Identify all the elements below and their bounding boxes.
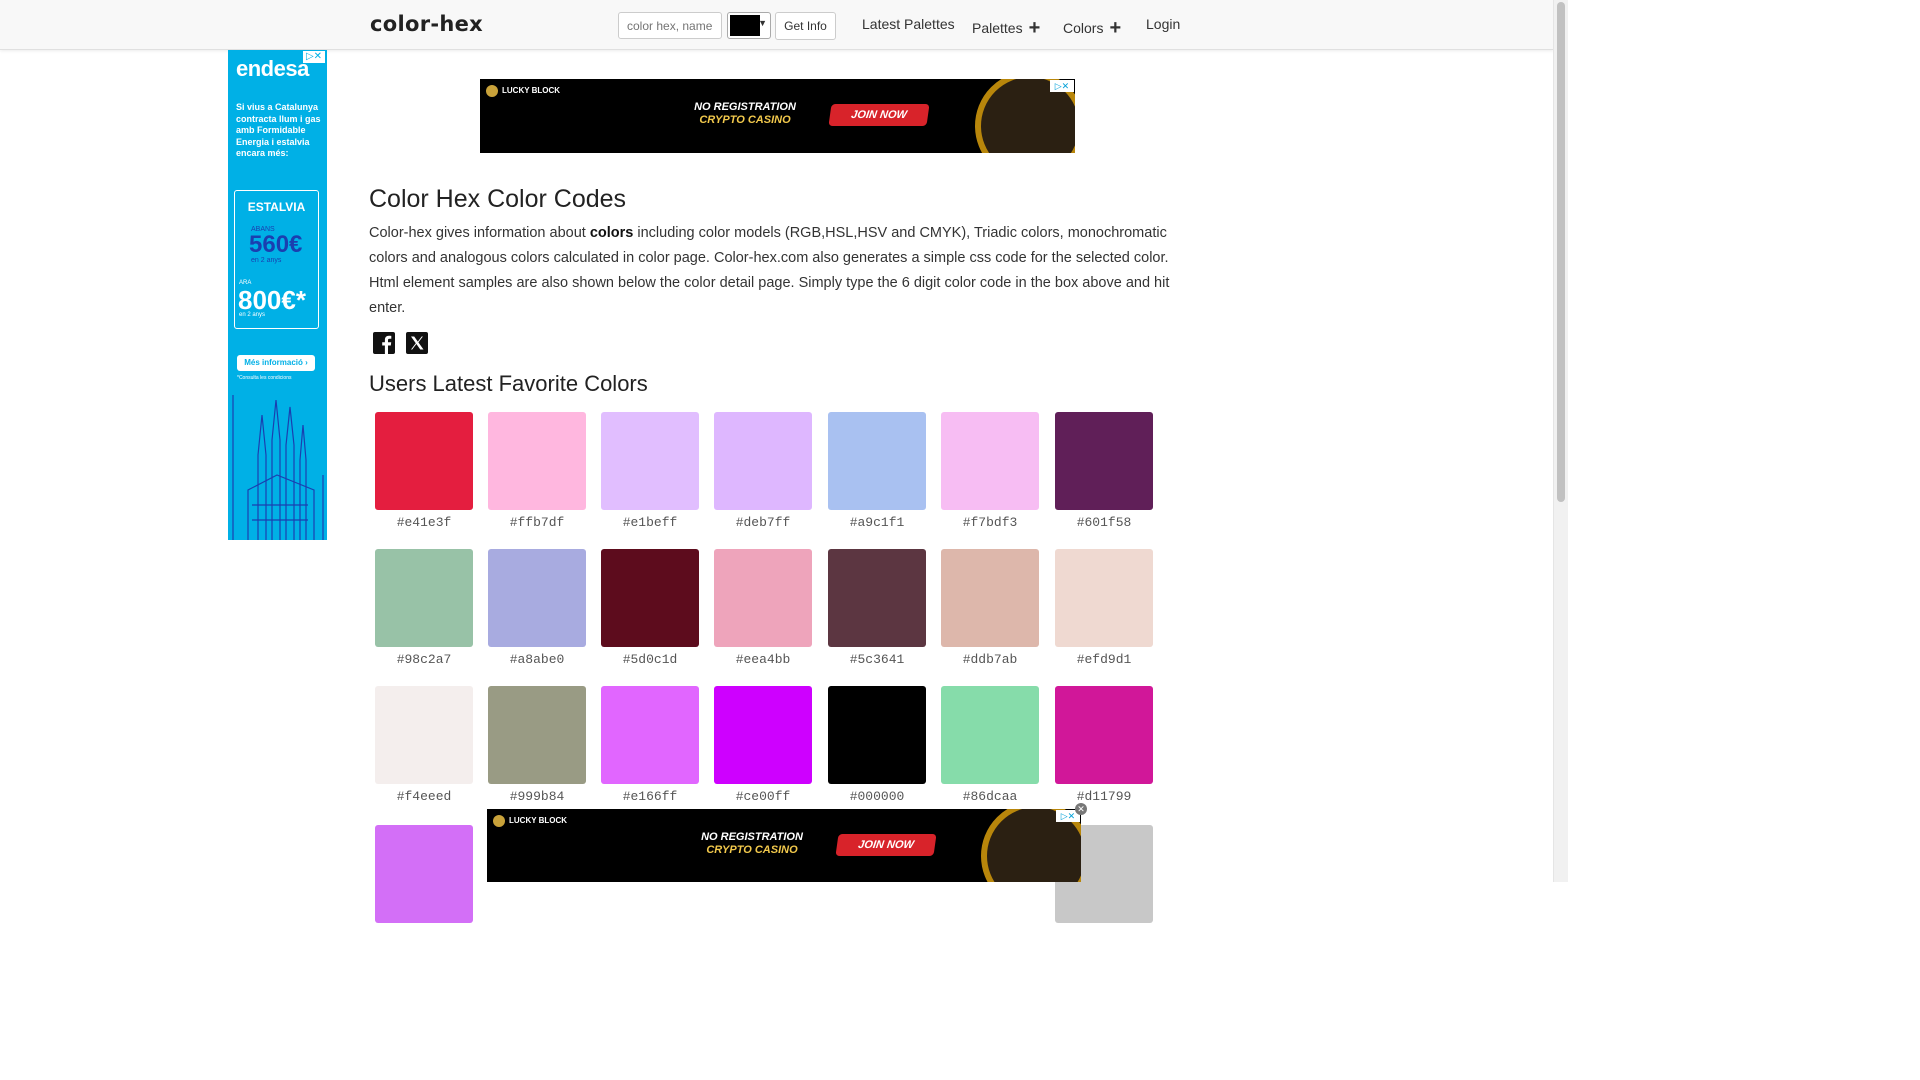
plus-icon: + [1028,17,1041,39]
ad-brand: LUCKY BLOCK [493,815,567,827]
color-tile[interactable] [714,686,812,784]
color-hex-label[interactable]: #601f58 [1055,515,1153,530]
colors-link: colors [589,225,634,241]
intro-paragraph: Color-hex gives information about colors… [369,225,1170,316]
chevron-down-icon: ▼ [758,18,767,28]
color-tile[interactable] [828,686,926,784]
color-tile[interactable] [488,686,586,784]
color-hex-label[interactable]: #999b84 [488,789,586,804]
nav-palettes[interactable]: Palettes + [972,16,1040,39]
ad-price-box: ESTALVIA ABANS 560€ en 2 anys ARA 800€* … [234,190,319,329]
color-hex-label[interactable]: #e41e3f [375,515,473,530]
color-hex-label[interactable]: #000000 [828,789,926,804]
color-hex-label[interactable]: #ddb7ab [941,652,1039,667]
scrollbar-thumb[interactable] [1557,2,1565,502]
color-picker-dropdown[interactable]: ▼ [727,12,771,39]
plus-icon: + [1109,17,1122,39]
side-advertisement[interactable]: endesa ▷✕ Si vius a Catalunya contracta … [228,50,327,540]
color-hex-label[interactable]: #a8abe0 [488,652,586,667]
nav-label: Palettes [972,20,1023,36]
vertical-scrollbar[interactable] [1553,0,1568,882]
color-tile[interactable] [941,549,1039,647]
page-title: Color Hex Color Codes [369,185,627,213]
nav-label: Colors [1063,20,1104,36]
color-hex-label[interactable]: #ffb7df [488,515,586,530]
picker-color-preview [730,15,760,36]
nav-latest-palettes[interactable]: Latest Palettes [862,16,955,32]
color-hex-label[interactable]: #a9c1f1 [828,515,926,530]
color-hex-label[interactable]: #98c2a7 [375,652,473,667]
color-tile[interactable] [488,412,586,510]
ad-join-button[interactable]: JOIN NOW [835,834,937,856]
nav-colors[interactable]: Colors + [1063,16,1121,39]
x-twitter-icon[interactable] [406,332,428,354]
color-hex-label[interactable]: #5c3641 [828,652,926,667]
ad-box-heading: ESTALVIA [247,200,306,214]
sagrada-familia-illustration [232,395,324,540]
ad-close-icon[interactable]: ▷✕ [303,51,325,63]
color-tile[interactable] [601,412,699,510]
ad-more-info-button[interactable]: Més informació › [237,355,315,371]
color-hex-label[interactable]: #d11799 [1055,789,1153,804]
ad-headline: NO REGISTRATION CRYPTO CASINO [694,101,796,126]
ad-close-icon[interactable]: ▷✕ [1050,80,1074,92]
favorites-heading: Users Latest Favorite Colors [369,371,648,396]
color-tile[interactable] [375,825,473,923]
color-hex-label[interactable]: #f4eeed [375,789,473,804]
color-hex-label[interactable]: #e1beff [601,515,699,530]
color-hex-label[interactable]: #f7bdf3 [941,515,1039,530]
color-tile[interactable] [714,549,812,647]
coin-icon [486,85,498,97]
ad-price-note: en 2 anys [251,257,282,264]
ad-headline: NO REGISTRATION CRYPTO CASINO [701,831,803,856]
color-hex-label[interactable]: #5d0c1d [601,652,699,667]
color-hex-label[interactable]: #ce00ff [714,789,812,804]
nav-label: Latest Palettes [862,16,955,32]
color-hex-label[interactable]: #86dcaa [941,789,1039,804]
facebook-icon[interactable] [373,332,395,354]
ad-brand: LUCKY BLOCK [486,85,560,97]
nav-login[interactable]: Login [1146,16,1180,32]
color-tile[interactable] [941,412,1039,510]
color-tile[interactable] [375,412,473,510]
ad-conditions: *Consulta les condicions [237,375,292,381]
color-tile[interactable] [1055,686,1153,784]
color-tile[interactable] [375,686,473,784]
coin-icon [493,815,505,827]
ad-text: Si vius a Catalunya contracta llum i gas… [236,102,321,158]
color-hex-label[interactable]: #e166ff [601,789,699,804]
ad-old-price: 560€ [249,231,303,258]
color-tile[interactable] [714,412,812,510]
ad-join-button[interactable]: JOIN NOW [828,104,930,126]
color-tile[interactable] [375,549,473,647]
color-hex-label[interactable]: #deb7ff [714,515,812,530]
close-icon[interactable]: ✕ [1075,803,1087,815]
color-tile[interactable] [941,686,1039,784]
site-logo[interactable]: color-hex [370,12,483,36]
color-tile[interactable] [601,549,699,647]
color-hex-label[interactable]: #eea4bb [714,652,812,667]
bottom-banner-ad[interactable]: LUCKY BLOCK NO REGISTRATION CRYPTO CASIN… [487,809,1081,882]
top-navbar: color-hex ▼ Get Info Latest Palettes Pal… [0,0,1554,50]
color-tile[interactable] [828,549,926,647]
color-tile[interactable] [1055,412,1153,510]
color-tile[interactable] [1055,549,1153,647]
color-hex-label[interactable]: #efd9d1 [1055,652,1153,667]
top-banner-ad[interactable]: LUCKY BLOCK NO REGISTRATION CRYPTO CASIN… [480,79,1075,153]
color-search-input[interactable] [618,12,722,39]
ad-price-note: en 2 anys [239,312,266,318]
nav-label: Login [1146,16,1181,32]
color-tile[interactable] [488,549,586,647]
ad-logo: endesa [236,56,309,81]
color-tile[interactable] [601,686,699,784]
get-info-button[interactable]: Get Info [775,12,836,40]
color-tile[interactable] [828,412,926,510]
